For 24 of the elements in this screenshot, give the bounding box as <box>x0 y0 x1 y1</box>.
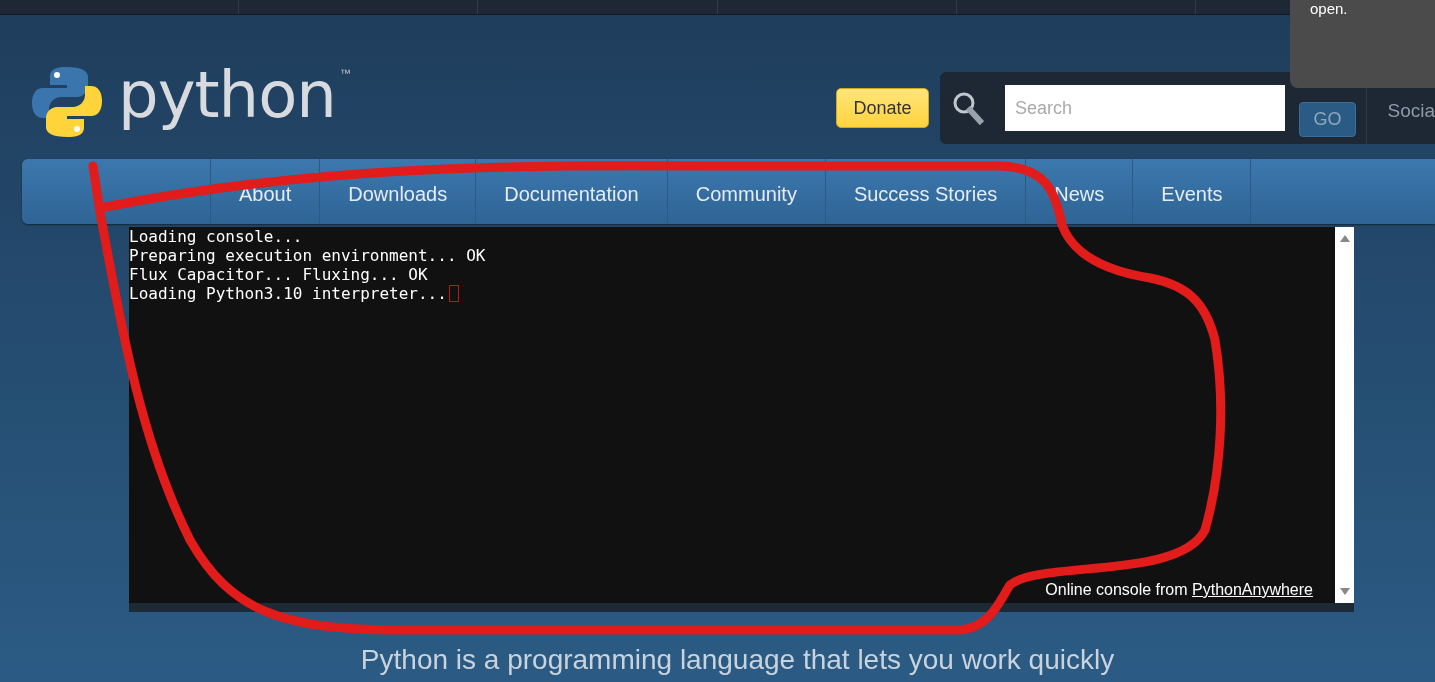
snake-logo-icon <box>30 65 104 139</box>
console-line: Loading console... <box>129 227 304 246</box>
nav-link[interactable]: Events <box>1132 159 1252 224</box>
console-line: Preparing execution environment... OK <box>129 246 487 265</box>
go-button[interactable]: GO <box>1298 101 1357 137</box>
console-credit: Online console from <box>1045 581 1188 598</box>
nav-link[interactable]: About <box>210 159 320 224</box>
console-line: Flux Capacitor... Fluxing... OK <box>129 265 429 284</box>
scrollbar[interactable] <box>1335 227 1354 603</box>
search-icon <box>952 91 984 125</box>
search-field[interactable]: Search <box>1004 85 1285 131</box>
tagline-text: Python is a programming language that lets you work quickly <box>359 643 1116 676</box>
trademark-sign: ™ <box>339 67 351 79</box>
nav-link[interactable]: Success Stories <box>824 159 1026 224</box>
donate-button[interactable]: Donate <box>836 88 929 128</box>
scroll-down-icon[interactable] <box>1338 587 1351 597</box>
console-line: Loading Python3.10 interpreter... <box>129 284 1335 303</box>
nav-link[interactable]: Community <box>666 159 825 224</box>
pythonanywhere-link[interactable]: PythonAnywhere <box>1192 581 1313 598</box>
nav-link[interactable]: Downloads <box>319 159 476 224</box>
nav-link[interactable]: Documentation <box>475 159 667 224</box>
scroll-up-icon[interactable] <box>1338 233 1351 243</box>
logo-wordmark: python <box>118 57 336 134</box>
tooltip: open. <box>1290 0 1435 88</box>
